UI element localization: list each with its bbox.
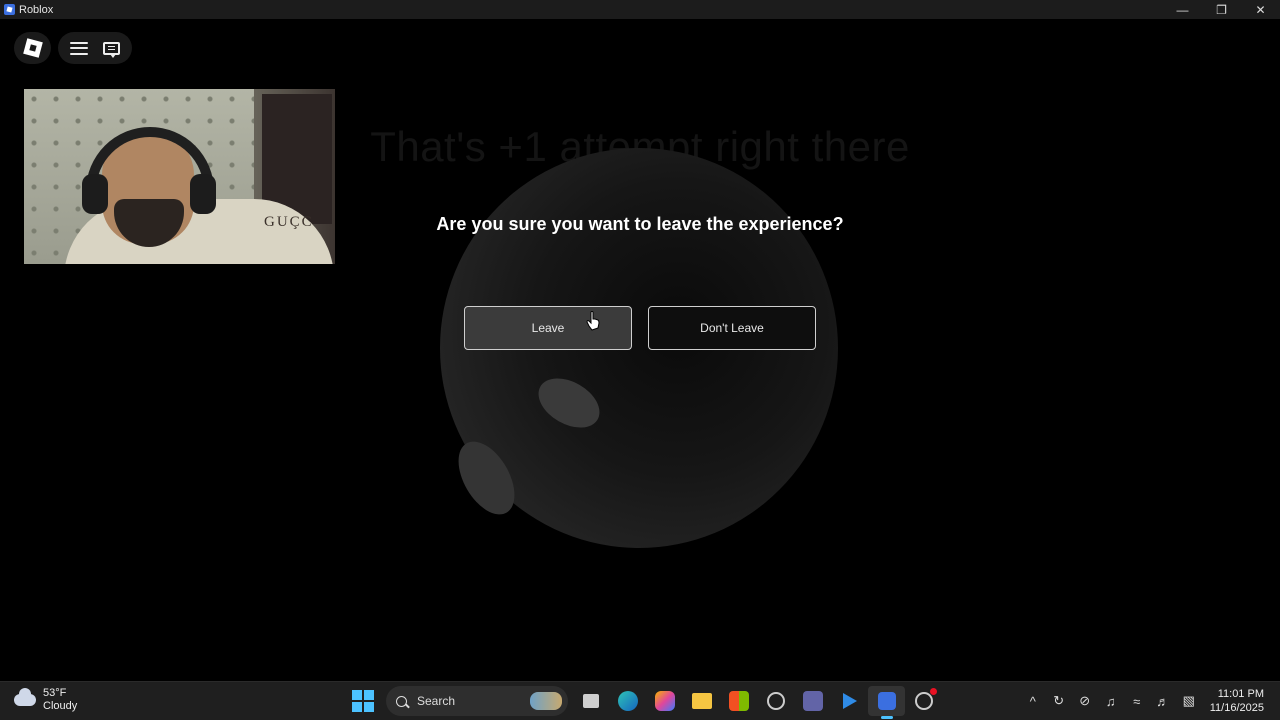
window-titlebar: Roblox — ❐ ✕ <box>0 0 1280 19</box>
webcam-overlay: GUÇC <box>24 89 335 264</box>
taskbar-search[interactable]: Search <box>386 686 568 716</box>
hand-cursor-icon <box>586 311 600 331</box>
roblox-logo-icon <box>22 38 43 58</box>
hamburger-menu-icon[interactable] <box>69 41 88 55</box>
teams-icon[interactable] <box>794 686 831 716</box>
weather-condition: Cloudy <box>43 700 78 712</box>
copilot-icon[interactable] <box>646 686 683 716</box>
microphone-icon[interactable]: ♫ <box>1098 682 1124 720</box>
roblox-menu-button[interactable] <box>14 32 51 64</box>
weather-widget[interactable]: 53°F Cloudy <box>14 687 77 713</box>
camera-off-icon[interactable]: ⊘ <box>1072 682 1098 720</box>
close-button[interactable]: ✕ <box>1241 0 1280 19</box>
show-hidden-icons-chevron-icon[interactable]: ^ <box>1020 682 1046 720</box>
obs-icon[interactable] <box>905 686 942 716</box>
task-view-icon[interactable] <box>572 686 609 716</box>
media-player-icon[interactable] <box>831 686 868 716</box>
game-viewport: That's +1 attempt right there GUÇC Are y… <box>0 19 1280 681</box>
cloud-icon <box>14 688 36 706</box>
windows-start-icon[interactable] <box>352 690 374 712</box>
edge-browser-icon[interactable] <box>609 686 646 716</box>
window-title: Roblox <box>19 3 54 16</box>
battery-icon[interactable]: ▧ <box>1176 682 1202 720</box>
taskbar: 53°F Cloudy Search ^ ↻ ⊘ ♫ ≈ ♬ ▧ 11:01 P… <box>0 681 1280 720</box>
weather-temp: 53°F <box>43 687 67 699</box>
sync-icon[interactable]: ↻ <box>1046 682 1072 720</box>
microsoft-store-icon[interactable] <box>720 686 757 716</box>
clock-date: 11/16/2025 <box>1209 702 1264 714</box>
top-bar-controls <box>58 32 132 64</box>
leave-dialog-question: Are you sure you want to leave the exper… <box>436 214 844 234</box>
clock-time: 11:01 PM <box>1217 688 1264 700</box>
search-icon <box>396 695 407 707</box>
file-explorer-icon[interactable] <box>683 686 720 716</box>
chat-icon[interactable] <box>103 41 121 58</box>
taskbar-clock[interactable]: 11:01 PM 11/16/2025 <box>1210 687 1264 715</box>
leave-button[interactable]: Leave <box>464 306 632 350</box>
volume-icon[interactable]: ♬ <box>1150 682 1176 720</box>
dont-leave-button[interactable]: Don't Leave <box>648 306 816 350</box>
roblox-app-icon <box>4 4 15 15</box>
dell-icon[interactable] <box>757 686 794 716</box>
search-highlight-image <box>530 692 562 710</box>
restore-button[interactable]: ❐ <box>1202 0 1241 19</box>
wifi-icon[interactable]: ≈ <box>1124 682 1150 720</box>
search-label: Search <box>417 694 456 708</box>
roblox-taskbar-icon[interactable] <box>868 686 905 719</box>
minimize-button[interactable]: — <box>1163 0 1202 19</box>
